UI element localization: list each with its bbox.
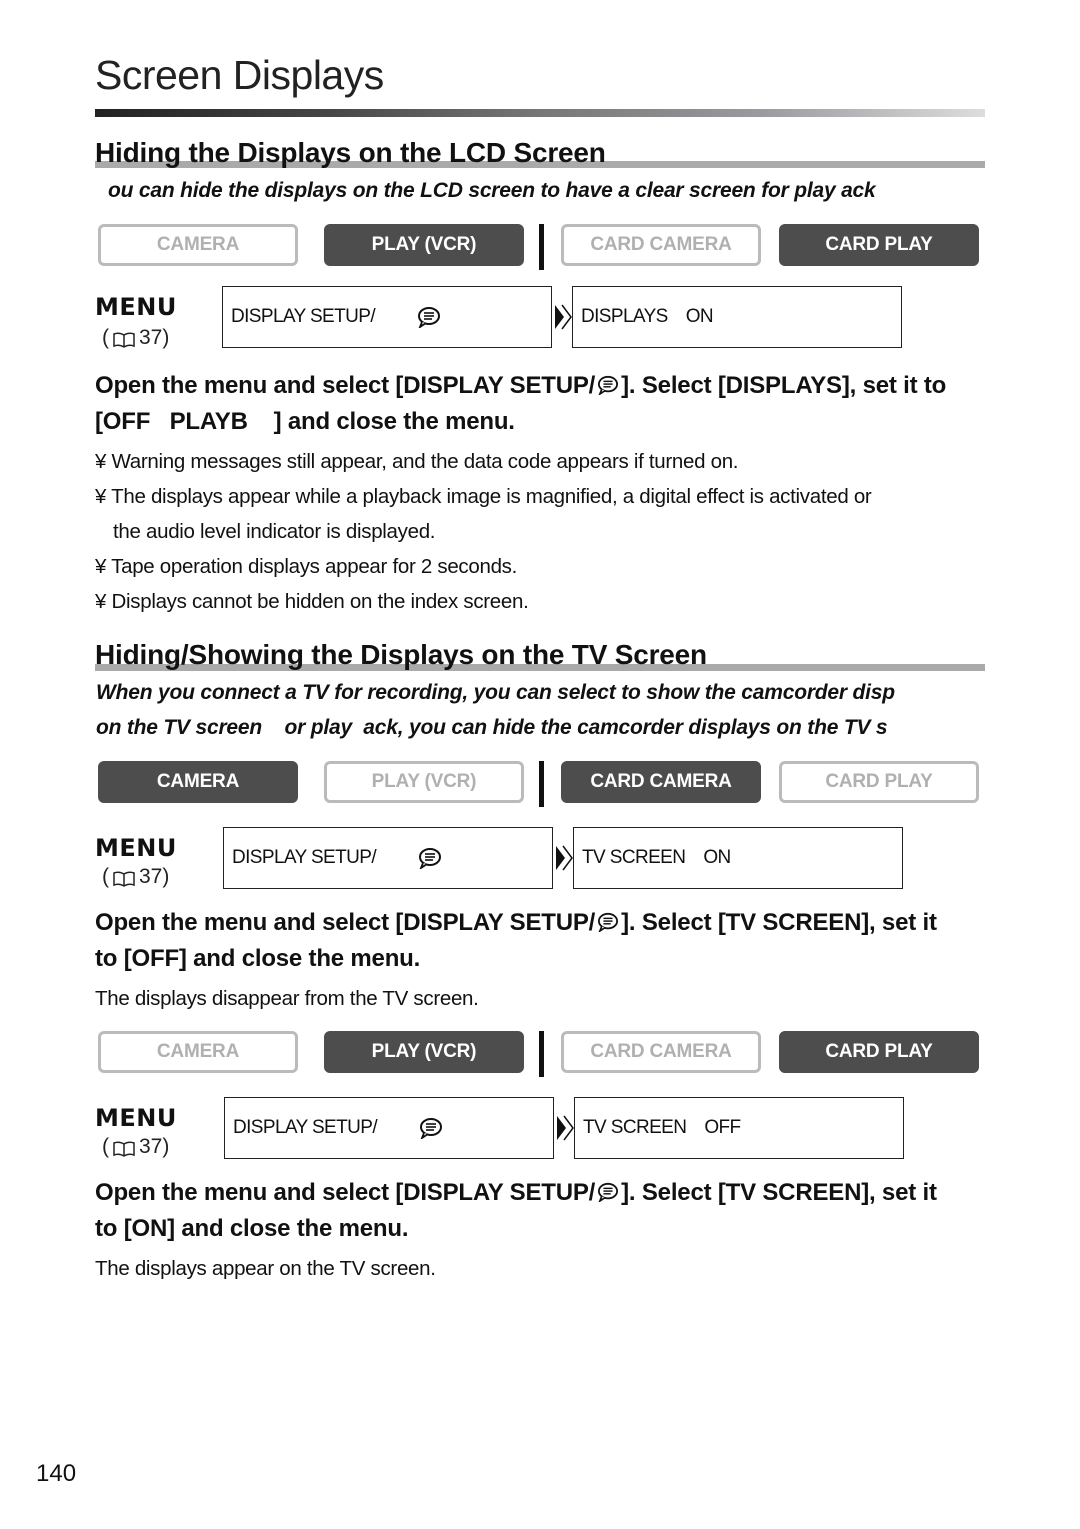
section-intro-tv-line1: When you connect a TV for recording, you…: [96, 681, 895, 704]
menu-item-display-setup: DISPLAY SETUP/: [222, 286, 552, 348]
menu-page-ref: ( 37): [102, 865, 169, 889]
mode-card-camera: CARD CAMERA: [561, 224, 761, 266]
ref-page: 37): [139, 865, 170, 888]
speech-bubble-icon: [597, 1177, 619, 1204]
bullet-item-continuation: the audio level indicator is displayed.: [113, 520, 436, 543]
double-chevron-right-icon: [554, 304, 572, 330]
step-text: Open the menu and select [DISPLAY SETUP/: [95, 909, 596, 936]
book-icon: [113, 869, 135, 887]
mode-play-vcr: PLAY (VCR): [324, 224, 524, 266]
speech-bubble-icon: [597, 370, 619, 397]
mode-card-play: CARD PLAY: [779, 224, 979, 266]
submenu-value: OFF: [704, 1117, 741, 1138]
step-text: ]. Select [TV SCREEN], set it: [621, 909, 937, 936]
section-intro-lcd: ou can hide the displays on the LCD scre…: [108, 179, 876, 202]
mode-camera: CAMERA: [98, 224, 298, 266]
mode-card-play: CARD PLAY: [779, 1031, 979, 1073]
menu-label: MENU: [95, 1104, 177, 1132]
speech-bubble-icon: [597, 907, 619, 934]
mode-card-camera: CARD CAMERA: [561, 1031, 761, 1073]
menu-page-ref: ( 37): [102, 326, 169, 350]
menu-page-ref: ( 37): [102, 1135, 169, 1159]
result-note: The displays disappear from the TV scree…: [95, 987, 479, 1010]
ref-open-paren: (: [102, 1135, 109, 1158]
double-chevron-right-icon: [555, 845, 573, 871]
menu-item-label: DISPLAY SETUP/: [233, 1117, 378, 1138]
menu-item-display-setup: DISPLAY SETUP/: [223, 827, 553, 889]
mode-play-vcr: PLAY (VCR): [324, 761, 524, 803]
ref-open-paren: (: [102, 326, 109, 349]
book-icon: [113, 330, 135, 348]
menu-item-label: DISPLAY SETUP/: [231, 306, 376, 327]
mode-play-vcr: PLAY (VCR): [324, 1031, 524, 1073]
bullet-item: ¥ Displays cannot be hidden on the index…: [95, 590, 529, 613]
section-heading-lcd: Hiding the Displays on the LCD Screen: [95, 137, 606, 168]
bullet-item: ¥ Warning messages still appear, and the…: [95, 450, 739, 473]
title-gradient-bar: [95, 109, 985, 117]
mode-separator: [539, 224, 544, 270]
mode-separator: [539, 761, 544, 807]
page-number: 140: [36, 1460, 77, 1487]
bullet-item: ¥ The displays appear while a playback i…: [95, 485, 872, 508]
mode-indicator-row: CAMERA PLAY (VCR) CARD CAMERA CARD PLAY: [98, 224, 980, 270]
step-text: ]. Select [TV SCREEN], set it: [621, 1179, 937, 1206]
submenu-value: ON: [685, 306, 714, 327]
mode-indicator-row: CAMERA PLAY (VCR) CARD CAMERA CARD PLAY: [98, 761, 980, 807]
mode-card-play: CARD PLAY: [779, 761, 979, 803]
mode-camera: CAMERA: [98, 761, 298, 803]
step-text: Open the menu and select [DISPLAY SETUP/: [95, 372, 596, 399]
step-instruction: Open the menu and select [DISPLAY SETUP/…: [95, 905, 995, 977]
submenu-setting: TV SCREEN: [582, 847, 686, 868]
step-text: [OFF PLAYB ] and close the menu.: [95, 408, 515, 435]
page-title: Screen Displays: [95, 52, 384, 98]
ref-page: 37): [139, 326, 170, 349]
ref-page: 37): [139, 1135, 170, 1158]
submenu-tv-screen: TV SCREEN ON: [573, 827, 903, 889]
result-note: The displays appear on the TV screen.: [95, 1257, 436, 1280]
mode-camera: CAMERA: [98, 1031, 298, 1073]
speech-bubble-icon: [418, 847, 442, 871]
mode-indicator-row: CAMERA PLAY (VCR) CARD CAMERA CARD PLAY: [98, 1031, 980, 1077]
mode-separator: [539, 1031, 544, 1077]
menu-item-label: DISPLAY SETUP/: [232, 847, 377, 868]
submenu-displays: DISPLAYS ON: [572, 286, 902, 348]
step-instruction: Open the menu and select [DISPLAY SETUP/…: [95, 1175, 995, 1247]
step-instruction: Open the menu and select [DISPLAY SETUP/…: [95, 368, 995, 440]
step-text: to [OFF] and close the menu.: [95, 945, 421, 972]
bullet-list: ¥ Warning messages still appear, and the…: [95, 444, 872, 619]
submenu-value: ON: [703, 847, 731, 868]
menu-label: MENU: [95, 293, 177, 321]
step-text: Open the menu and select [DISPLAY SETUP/: [95, 1179, 596, 1206]
step-text: ]. Select [DISPLAYS], set it to: [621, 372, 947, 399]
mode-card-camera: CARD CAMERA: [561, 761, 761, 803]
speech-bubble-icon: [419, 1117, 443, 1141]
menu-item-display-setup: DISPLAY SETUP/: [224, 1097, 554, 1159]
submenu-setting: TV SCREEN: [583, 1117, 687, 1138]
section-intro-tv-line2: on the TV screen or play ack, you can hi…: [96, 716, 888, 739]
book-icon: [113, 1139, 135, 1157]
bullet-item: ¥ Tape operation displays appear for 2 s…: [95, 555, 518, 578]
submenu-setting: DISPLAYS: [581, 306, 668, 327]
speech-bubble-icon: [417, 306, 441, 330]
step-text: to [ON] and close the menu.: [95, 1215, 409, 1242]
double-chevron-right-icon: [556, 1115, 574, 1141]
section-heading-tv: Hiding/Showing the Displays on the TV Sc…: [95, 639, 707, 670]
menu-label: MENU: [95, 834, 177, 862]
submenu-tv-screen: TV SCREEN OFF: [574, 1097, 904, 1159]
ref-open-paren: (: [102, 865, 109, 888]
